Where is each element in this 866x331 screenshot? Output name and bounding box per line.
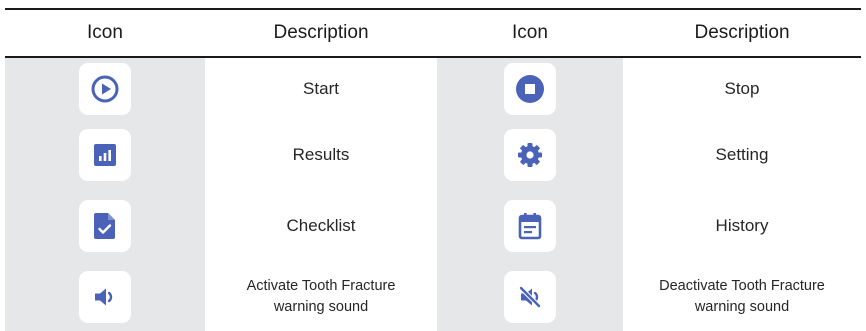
- description-checklist: Checklist: [286, 216, 356, 236]
- description-line-1: Activate Tooth Fracture: [246, 278, 396, 295]
- header-description-1: Description: [273, 22, 369, 43]
- description-line-2: warning sound: [273, 298, 369, 315]
- description-stop: Stop: [724, 79, 760, 99]
- header-description-2: Description: [694, 22, 790, 43]
- description-results: Results: [292, 145, 350, 165]
- stop-circle-icon: [504, 63, 556, 115]
- description-activate-sound: Activate Tooth Fracture warning sound: [205, 262, 437, 331]
- play-circle-icon: [79, 63, 131, 115]
- header-icon-2: Icon: [512, 22, 548, 43]
- description-start: Start: [303, 79, 339, 99]
- table-header: Icon Description Icon Description: [5, 10, 861, 56]
- table-row: Results Setting: [5, 120, 861, 190]
- table-body: Start Stop Results Setting Checklist His…: [5, 58, 861, 331]
- speaker-muted-icon: [504, 270, 556, 323]
- description-line-1: Deactivate Tooth Fracture: [659, 278, 825, 295]
- table-row: Checklist History: [5, 190, 861, 262]
- bar-chart-icon: [79, 129, 131, 181]
- header-icon-1: Icon: [87, 22, 123, 43]
- description-deactivate-sound: Deactivate Tooth Fracture warning sound: [623, 262, 861, 331]
- speaker-on-icon: [79, 270, 131, 323]
- table-row: Start Stop: [5, 58, 861, 120]
- calendar-icon: [504, 200, 556, 252]
- gear-icon: [504, 129, 556, 181]
- checklist-document-icon: [79, 200, 131, 252]
- table-row: Activate Tooth Fracture warning sound De…: [5, 262, 861, 331]
- description-setting: Setting: [715, 145, 769, 165]
- description-history: History: [715, 216, 769, 236]
- description-line-2: warning sound: [694, 298, 790, 315]
